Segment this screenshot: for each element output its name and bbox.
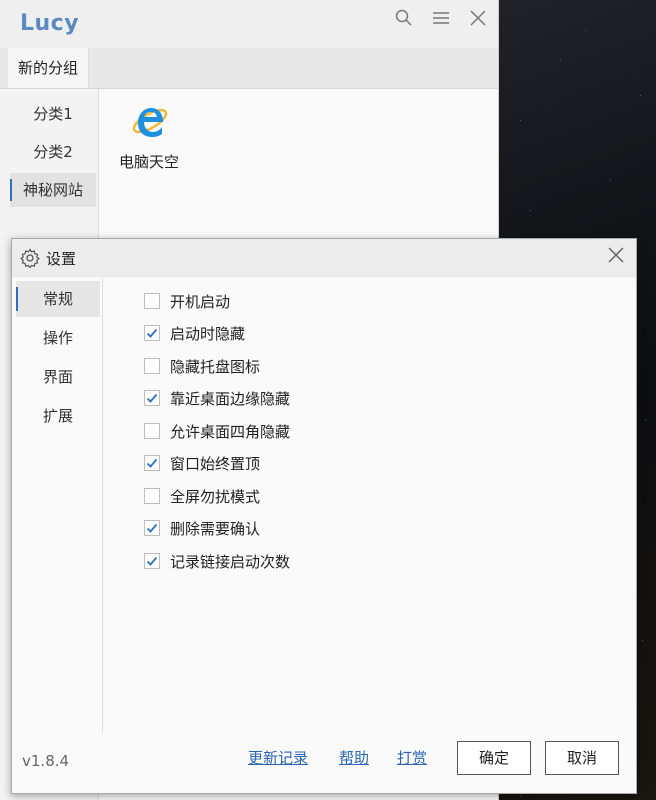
checkbox[interactable]	[144, 390, 160, 406]
checkbox[interactable]	[144, 455, 160, 471]
checkbox[interactable]	[144, 358, 160, 374]
option-label: 开机启动	[170, 293, 231, 311]
option-label: 记录链接启动次数	[170, 553, 291, 571]
menu-icon[interactable]	[431, 8, 453, 30]
checkbox[interactable]	[144, 488, 160, 504]
category-item-1[interactable]: 分类1	[10, 97, 96, 131]
category-item-3[interactable]: 神秘网站	[10, 173, 96, 207]
group-tab-bar: 新的分组	[0, 48, 498, 89]
link-label: 电脑天空	[118, 153, 179, 171]
option-label: 全屏勿扰模式	[170, 488, 261, 506]
settings-title-bar: 设置	[12, 239, 636, 277]
checkbox[interactable]	[144, 423, 160, 439]
checkbox[interactable]	[144, 293, 160, 309]
settings-title: 设置	[46, 250, 77, 268]
ok-button[interactable]: 确定	[457, 741, 531, 775]
help-link[interactable]: 帮助	[339, 747, 369, 768]
cancel-button[interactable]: 取消	[545, 741, 619, 775]
nav-item-extensions[interactable]: 扩展	[16, 398, 100, 434]
close-icon[interactable]	[606, 245, 628, 267]
checkbox[interactable]	[144, 553, 160, 569]
gear-icon	[19, 248, 41, 269]
changelog-link[interactable]: 更新记录	[248, 747, 308, 768]
category-item-2[interactable]: 分类2	[10, 135, 96, 169]
option-label: 启动时隐藏	[170, 325, 246, 343]
check-icon	[146, 523, 158, 533]
nav-item-general[interactable]: 常规	[16, 281, 100, 317]
app-title: Lucy	[20, 11, 80, 36]
donate-link[interactable]: 打赏	[397, 747, 427, 768]
checkbox[interactable]	[144, 325, 160, 341]
close-icon[interactable]	[468, 8, 490, 30]
check-icon	[146, 393, 158, 403]
title-bar: Lucy	[0, 0, 498, 48]
settings-dialog: 设置 常规 操作 界面 扩展 开机启动 启动时隐藏 隐藏托盘图标 靠近桌面边缘隐…	[11, 238, 637, 794]
option-label: 删除需要确认	[170, 520, 261, 538]
version-label: v1.8.4	[22, 752, 70, 770]
option-label: 允许桌面四角隐藏	[170, 423, 291, 441]
option-label: 隐藏托盘图标	[170, 358, 261, 376]
check-icon	[146, 328, 158, 338]
option-label: 窗口始终置顶	[170, 455, 261, 473]
ie-icon	[129, 101, 169, 141]
checkbox[interactable]	[144, 520, 160, 536]
nav-item-interface[interactable]: 界面	[16, 359, 100, 395]
settings-nav: 常规 操作 界面 扩展	[12, 277, 103, 733]
link-item[interactable]: 电脑天空	[109, 101, 189, 172]
check-icon	[146, 556, 158, 566]
search-icon[interactable]	[394, 8, 416, 30]
check-icon	[146, 458, 158, 468]
group-tab[interactable]: 新的分组	[8, 48, 90, 88]
nav-item-actions[interactable]: 操作	[16, 320, 100, 356]
option-label: 靠近桌面边缘隐藏	[170, 390, 291, 408]
